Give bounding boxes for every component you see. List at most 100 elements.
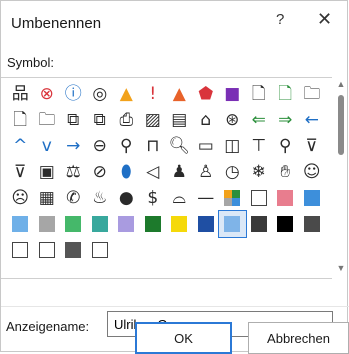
swatch-navy-icon[interactable] bbox=[193, 211, 220, 237]
swatch-green-icon[interactable] bbox=[60, 211, 87, 237]
swatch-teal-icon[interactable] bbox=[87, 211, 114, 237]
close-icon[interactable]: ✕ bbox=[317, 9, 332, 30]
dollar-icon[interactable]: $ bbox=[140, 185, 167, 211]
piggy-bank-icon[interactable]: ♨ bbox=[87, 185, 114, 211]
page-icon[interactable]: 🗋 bbox=[7, 107, 34, 133]
rename-dialog: Umbenennen ? ✕ Symbol: 品 ⊗ ⓘ ◎ ▲! ▲ ⬟ ■ 🗋 🗋 🗀 🗋 🗀 ⧉ ⧉ ⎙… bbox=[0, 0, 349, 354]
swatch-gray-icon[interactable] bbox=[34, 211, 61, 237]
filter-icon[interactable]: ⊽ bbox=[299, 133, 326, 159]
shield-icon[interactable]: ⬟ bbox=[193, 81, 220, 107]
calculator-icon[interactable]: ▦ bbox=[34, 185, 61, 211]
folder-icon[interactable]: 🗀 bbox=[299, 81, 326, 107]
scroll-thumb[interactable] bbox=[338, 95, 344, 155]
filter2-icon[interactable]: ⊽ bbox=[7, 159, 34, 185]
minus-icon[interactable]: — bbox=[193, 185, 220, 211]
clipboard-icon[interactable]: ▭ bbox=[193, 133, 220, 159]
image-icon[interactable]: ▨ bbox=[140, 107, 167, 133]
document-green-icon[interactable]: 🗋 bbox=[272, 81, 299, 107]
org-chart-icon[interactable]: 品 bbox=[7, 81, 34, 107]
swatch-gray-half-icon[interactable] bbox=[299, 211, 326, 237]
document-icon[interactable]: 🗋 bbox=[246, 81, 273, 107]
swatch-empty-icon[interactable] bbox=[87, 237, 114, 263]
swatch bbox=[197, 216, 214, 232]
folder2-icon[interactable]: 🗀 bbox=[34, 107, 61, 133]
error-circle-icon[interactable]: ⊗ bbox=[34, 81, 61, 107]
lock-icon[interactable]: ⊓ bbox=[140, 133, 167, 159]
pin-icon[interactable]: ⚲ bbox=[113, 133, 140, 159]
clock-icon[interactable]: ◷ bbox=[219, 159, 246, 185]
swatch bbox=[277, 216, 294, 232]
grid-colors-icon[interactable] bbox=[219, 185, 246, 211]
print-icon[interactable]: ⎙ bbox=[113, 107, 140, 133]
swatch-diagonal-icon[interactable] bbox=[34, 237, 61, 263]
save-disk-icon[interactable]: ■ bbox=[219, 81, 246, 107]
arrow-right-icon[interactable]: → bbox=[60, 133, 87, 159]
scroll-down-icon[interactable]: ▼ bbox=[335, 263, 347, 275]
scales-icon[interactable]: ⚖ bbox=[60, 159, 87, 185]
mute-icon[interactable]: ◁ bbox=[140, 159, 167, 185]
back-circle-icon[interactable]: ⊖ bbox=[87, 133, 114, 159]
swatch bbox=[12, 216, 29, 232]
exclamation-icon[interactable]: ! bbox=[140, 81, 167, 107]
swatch-white-icon[interactable] bbox=[246, 185, 273, 211]
users-icon[interactable]: ♟ bbox=[166, 159, 193, 185]
warning-triangle-icon[interactable]: ▲ bbox=[113, 81, 140, 107]
cancel-button[interactable]: Abbrechen bbox=[248, 322, 349, 354]
ebook-icon[interactable]: ▤ bbox=[166, 107, 193, 133]
chevron-up-icon[interactable]: ^ bbox=[7, 133, 34, 159]
window-copy-icon[interactable]: ⧉ bbox=[60, 107, 87, 133]
swatch-split-icon[interactable] bbox=[246, 211, 273, 237]
help-button[interactable]: ? bbox=[276, 11, 284, 28]
swatch bbox=[171, 216, 188, 232]
symbol-label: Symbol: bbox=[7, 55, 54, 70]
info-circle-icon[interactable]: ⓘ bbox=[60, 81, 87, 107]
search-icon[interactable]: ⚲ bbox=[272, 133, 299, 159]
target-icon[interactable]: ◎ bbox=[87, 81, 114, 107]
swatch-lightblue-icon[interactable] bbox=[7, 211, 34, 237]
swatch-yellow-icon[interactable] bbox=[166, 211, 193, 237]
warning-red-icon[interactable]: ▲ bbox=[166, 81, 193, 107]
swatch-darkgreen-icon[interactable] bbox=[140, 211, 167, 237]
swatch-lavender-icon[interactable] bbox=[113, 211, 140, 237]
swatch bbox=[118, 216, 135, 232]
swatch bbox=[38, 216, 55, 232]
badge-icon[interactable]: ● bbox=[113, 185, 140, 211]
swatch-gradient-icon[interactable] bbox=[60, 237, 87, 263]
contact-card-icon[interactable]: ▣ bbox=[34, 159, 61, 185]
arrow-left-green-icon[interactable]: ⇐ bbox=[246, 107, 273, 133]
screen-icon[interactable]: ⊤ bbox=[246, 133, 273, 159]
no-entry-icon[interactable]: ⊘ bbox=[87, 159, 114, 185]
user-icon[interactable]: ♙ bbox=[193, 159, 220, 185]
ok-button[interactable]: OK bbox=[135, 322, 232, 354]
bookmark-icon[interactable]: ◫ bbox=[219, 133, 246, 159]
swatch-pattern-icon[interactable] bbox=[218, 210, 247, 238]
snowflake-icon[interactable]: ❄ bbox=[246, 159, 273, 185]
swatch-black-icon[interactable] bbox=[272, 211, 299, 237]
home-icon[interactable]: ⌂ bbox=[193, 107, 220, 133]
phone-icon[interactable]: ✆ bbox=[60, 185, 87, 211]
smiley-icon[interactable]: ☺ bbox=[299, 159, 326, 185]
swatch bbox=[38, 242, 55, 258]
swatch bbox=[144, 216, 161, 232]
swatch-pink-icon[interactable] bbox=[272, 185, 299, 211]
chevron-down-icon[interactable]: v bbox=[34, 133, 61, 159]
swatch bbox=[224, 190, 241, 206]
scroll-up-icon[interactable]: ▲ bbox=[335, 79, 347, 91]
zoom-icon[interactable]: 🔍︎ bbox=[166, 133, 193, 159]
sad-face-icon[interactable]: ☹ bbox=[7, 185, 34, 211]
swatch bbox=[250, 216, 267, 232]
swatch-blue-icon[interactable] bbox=[299, 185, 326, 211]
arrow-left-icon[interactable]: ← bbox=[299, 107, 326, 133]
swatch bbox=[12, 242, 29, 258]
wifi-icon[interactable]: ⌓ bbox=[166, 185, 193, 211]
swatch-outline-icon[interactable] bbox=[7, 237, 34, 263]
world-icon[interactable]: ⊛ bbox=[219, 107, 246, 133]
microphone-icon[interactable]: ⬮ bbox=[113, 159, 140, 185]
swatch bbox=[65, 216, 82, 232]
swatch bbox=[303, 216, 320, 232]
vertical-scrollbar[interactable]: ▲ ▼ bbox=[335, 79, 347, 275]
arrow-right-green-icon[interactable]: ⇒ bbox=[272, 107, 299, 133]
hand-icon[interactable]: ✋︎ bbox=[272, 159, 299, 185]
swatch bbox=[277, 190, 294, 206]
window-copy2-icon[interactable]: ⧉ bbox=[87, 107, 114, 133]
